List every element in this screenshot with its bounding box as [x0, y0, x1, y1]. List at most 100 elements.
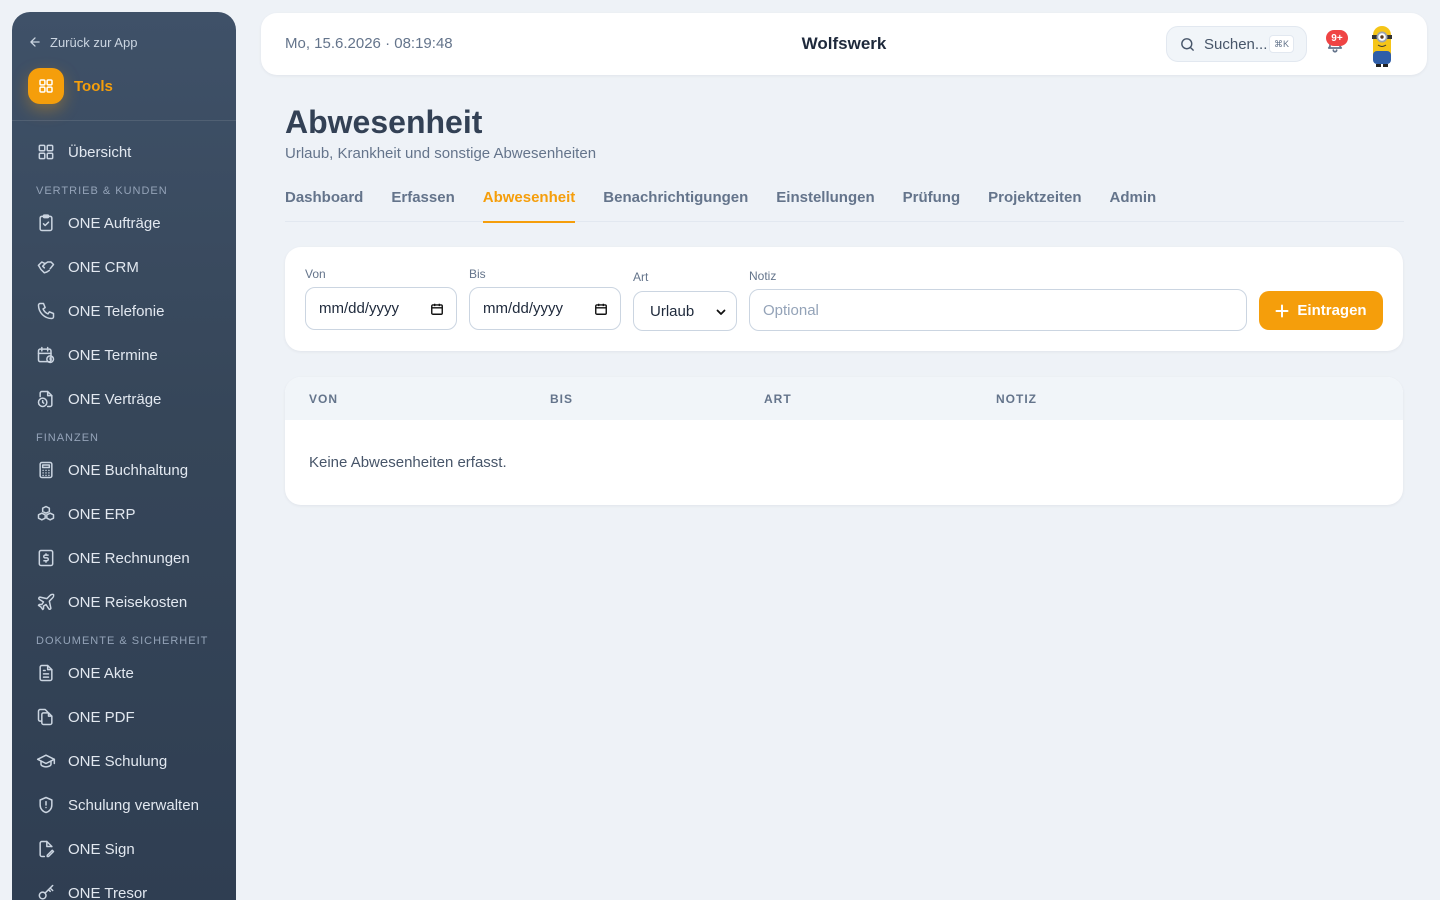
absence-type-select[interactable]: Urlaub	[633, 291, 737, 331]
file-clock-icon	[37, 390, 53, 408]
sidebar-item-one-aufträge[interactable]: ONE Aufträge	[12, 201, 236, 245]
sidebar-item-one-erp[interactable]: ONE ERP	[12, 492, 236, 536]
plus-icon	[1275, 304, 1289, 317]
add-absence-label: Eintragen	[1297, 302, 1367, 319]
sidebar-item-label: ONE Buchhaltung	[68, 461, 189, 479]
chevron-down-icon	[716, 309, 726, 315]
sidebar-item-label: ONE ERP	[68, 505, 136, 523]
sidebar-item-schulung-verwalten[interactable]: Schulung verwalten	[12, 783, 236, 827]
sidebar-item-übersicht[interactable]: Übersicht	[12, 130, 236, 174]
minion-avatar-icon	[1372, 26, 1392, 67]
absence-table: VON BIS ART NOTIZ Keine Abwesenheiten er…	[285, 377, 1403, 505]
sidebar-item-one-verträge[interactable]: ONE Verträge	[12, 377, 236, 421]
sidebar: Zurück zur App Tools Übersicht VERTRIEB &…	[12, 12, 236, 900]
boxes-icon	[37, 505, 55, 521]
back-to-app-label: Zurück zur App	[50, 34, 138, 50]
sidebar-nav: Übersicht VERTRIEB & KUNDEN ONE Aufträge ON…	[12, 130, 236, 900]
page-title: Abwesenheit	[285, 104, 483, 140]
calendar-icon	[595, 303, 607, 315]
sidebar-item-one-sign[interactable]: ONE Sign	[12, 827, 236, 871]
sidebar-item-one-crm[interactable]: ONE CRM	[12, 245, 236, 289]
file-pen-icon	[39, 840, 55, 858]
arrow-left-icon	[30, 37, 40, 47]
note-label: Notiz	[749, 269, 777, 283]
receipt-dollar-icon	[38, 549, 54, 567]
add-absence-button[interactable]: Eintragen	[1259, 291, 1383, 330]
tools-badge	[28, 68, 64, 104]
type-label: Art	[633, 270, 649, 284]
graduation-cap-icon	[36, 754, 56, 768]
tab-admin[interactable]: Admin	[1110, 180, 1157, 222]
sidebar-item-label: ONE Sign	[68, 840, 135, 858]
sidebar-item-one-tresor[interactable]: ONE Tresor	[12, 871, 236, 900]
sidebar-item-label: ONE CRM	[68, 258, 139, 276]
sidebar-item-label: ONE Akte	[68, 664, 134, 682]
sidebar-item-label: Übersicht	[68, 143, 132, 161]
sidebar-item-label: ONE Aufträge	[68, 214, 161, 232]
tab-erfassen[interactable]: Erfassen	[391, 180, 454, 222]
column-header-from: VON	[309, 392, 339, 406]
sidebar-divider	[12, 120, 236, 121]
note-input[interactable]	[749, 289, 1247, 331]
to-date-input[interactable]: mm/dd/yyyy	[469, 287, 621, 330]
search-placeholder: Suchen...	[1204, 35, 1268, 53]
tools-home[interactable]: Tools	[28, 68, 113, 104]
sidebar-item-one-buchhaltung[interactable]: ONE Buchhaltung	[12, 448, 236, 492]
sidebar-section-label: VERTRIEB & KUNDEN	[36, 185, 168, 197]
user-avatar[interactable]	[1367, 23, 1397, 67]
table-header: VON BIS ART NOTIZ	[285, 377, 1403, 420]
sidebar-item-one-schulung[interactable]: ONE Schulung	[12, 739, 236, 783]
column-header-to: BIS	[550, 392, 574, 406]
tab-einstellungen[interactable]: Einstellungen	[776, 180, 874, 222]
files-icon	[37, 708, 53, 726]
sidebar-item-one-pdf[interactable]: ONE PDF	[12, 695, 236, 739]
sidebar-item-label: Schulung verwalten	[68, 796, 199, 814]
column-header-note: NOTIZ	[996, 392, 1037, 406]
tab-abwesenheit[interactable]: Abwesenheit	[482, 180, 575, 223]
clipboard-check-icon	[39, 214, 53, 232]
from-label: Von	[305, 267, 326, 281]
calendar-clock-icon	[37, 346, 55, 364]
calculator-icon	[39, 461, 53, 479]
grid-icon	[39, 79, 53, 93]
absence-form: Von mm/dd/yyyy Bis mm/dd/yyyy Art Urlaub…	[285, 247, 1403, 351]
search-box[interactable]: Suchen... ⌘K	[1166, 26, 1307, 62]
phone-icon	[37, 302, 55, 320]
absence-type-value: Urlaub	[650, 302, 695, 320]
tab-projektzeiten[interactable]: Projektzeiten	[988, 180, 1081, 222]
sidebar-item-one-telefonie[interactable]: ONE Telefonie	[12, 289, 236, 333]
sidebar-item-one-akte[interactable]: ONE Akte	[12, 651, 236, 695]
tab-bar: Dashboard Erfassen Abwesenheit Benachrichti…	[285, 180, 1404, 223]
to-label: Bis	[469, 267, 486, 281]
from-date-input[interactable]: mm/dd/yyyy	[305, 287, 457, 330]
sidebar-section-label: FINANZEN	[36, 432, 99, 444]
plane-icon	[37, 593, 55, 611]
from-date-value: mm/dd/yyyy	[319, 300, 400, 317]
tab-prüfung[interactable]: Prüfung	[903, 180, 961, 222]
key-icon	[38, 884, 54, 900]
shield-icon	[39, 796, 53, 814]
tab-dashboard[interactable]: Dashboard	[285, 180, 363, 222]
sidebar-item-label: ONE Schulung	[68, 752, 168, 770]
search-icon	[1181, 37, 1194, 51]
empty-state-text: Keine Abwesenheiten erfasst.	[309, 454, 507, 471]
sidebar-item-label: ONE Verträge	[68, 390, 162, 408]
to-date-value: mm/dd/yyyy	[483, 300, 564, 317]
sidebar-item-label: ONE Rechnungen	[68, 549, 190, 567]
sidebar-item-label: ONE Termine	[68, 346, 158, 364]
sidebar-item-label: ONE PDF	[68, 708, 135, 726]
sidebar-item-one-rechnungen[interactable]: ONE Rechnungen	[12, 536, 236, 580]
page-subtitle: Urlaub, Krankheit und sonstige Abwesenhe…	[285, 145, 597, 162]
handshake-icon	[37, 261, 55, 274]
sidebar-section-label: DOKUMENTE & SICHERHEIT	[36, 635, 209, 647]
back-to-app-link[interactable]: Zurück zur App	[28, 32, 137, 52]
tools-label: Tools	[74, 77, 113, 95]
tab-benachrichtigungen[interactable]: Benachrichtigungen	[603, 180, 748, 222]
top-header: Mo, 15.6.2026 · 08:19:48 Wolfswerk Suche…	[261, 13, 1427, 75]
notification-count-badge: 9+	[1326, 30, 1348, 46]
sidebar-item-one-reisekosten[interactable]: ONE Reisekosten	[12, 580, 236, 624]
sidebar-item-one-termine[interactable]: ONE Termine	[12, 333, 236, 377]
sidebar-item-label: ONE Reisekosten	[68, 593, 188, 611]
sidebar-item-label: ONE Tresor	[68, 884, 148, 900]
calendar-icon	[431, 303, 443, 315]
